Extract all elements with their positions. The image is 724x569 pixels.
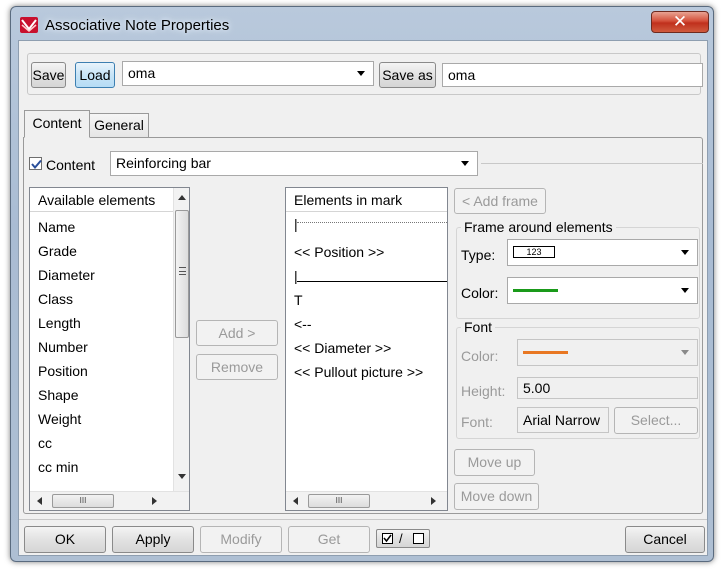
list-item[interactable]: Shape	[38, 387, 78, 403]
scroll-right-icon[interactable]	[152, 497, 157, 505]
modify-button[interactable]: Modify	[200, 526, 282, 553]
toggle-slash: /	[399, 531, 403, 546]
close-button[interactable]: ✕	[651, 11, 709, 33]
list-item[interactable]: << Pullout picture >>	[294, 364, 423, 380]
grip-icon: III	[79, 496, 87, 505]
font-color-swatch	[523, 351, 568, 354]
close-icon: ✕	[672, 12, 688, 31]
frame-type-preview: 123	[513, 246, 555, 258]
list-item[interactable]: Grade	[38, 243, 77, 259]
apply-button[interactable]: Apply	[112, 526, 194, 553]
scroll-right-icon[interactable]	[431, 497, 436, 505]
elements-in-mark-header: Elements in mark	[286, 188, 447, 212]
frame-type-combo[interactable]: 123	[507, 239, 698, 266]
save-as-button[interactable]: Save as	[379, 62, 436, 88]
list-item[interactable]: Length	[38, 315, 81, 331]
available-horizontal-scrollbar[interactable]: III	[30, 491, 189, 510]
scroll-left-icon[interactable]	[37, 497, 42, 505]
frame-color-label: Color:	[461, 285, 499, 301]
unchecked-box-icon	[413, 533, 424, 544]
available-elements-list[interactable]: Available elements Name Grade Diameter Clas…	[29, 187, 190, 511]
bottom-separator	[19, 519, 707, 520]
list-item[interactable]: << Position >>	[294, 244, 384, 260]
chevron-down-icon	[357, 70, 365, 76]
list-item[interactable]: Class	[38, 291, 73, 307]
font-select-button[interactable]: Select...	[614, 407, 698, 434]
add-frame-button[interactable]: < Add frame	[454, 188, 546, 214]
content-checkbox-label: Content	[46, 157, 96, 173]
cancel-button[interactable]: Cancel	[625, 526, 705, 553]
remove-button[interactable]: Remove	[196, 354, 278, 380]
check-toggle-button[interactable]: /	[376, 529, 430, 548]
available-elements-header: Available elements	[30, 188, 174, 212]
ok-button[interactable]: OK	[24, 526, 106, 553]
window-title: Associative Note Properties	[45, 17, 230, 34]
solid-line-separator	[297, 281, 447, 282]
dialog-window: Associative Note Properties ✕ Save Load …	[10, 6, 714, 562]
list-item[interactable]: Diameter	[38, 267, 95, 283]
save-button[interactable]: Save	[31, 62, 66, 88]
font-name-label: Font:	[461, 414, 493, 430]
save-as-field[interactable]: oma	[442, 63, 703, 87]
grip-icon: III	[335, 496, 343, 505]
list-item[interactable]: Position	[38, 363, 88, 379]
title-bar[interactable]: Associative Note Properties ✕	[11, 7, 713, 43]
scroll-left-icon[interactable]	[293, 497, 298, 505]
mark-horizontal-scrollbar[interactable]: III	[286, 491, 447, 510]
frame-type-preview-text: 123	[526, 247, 542, 257]
content-checkbox[interactable]	[29, 157, 42, 170]
move-down-button[interactable]: Move down	[454, 483, 539, 510]
add-button[interactable]: Add >	[196, 320, 278, 346]
list-item[interactable]: |	[294, 216, 298, 232]
elements-in-mark-list[interactable]: Elements in mark | << Position >> | T <-- << …	[285, 187, 448, 511]
font-color-combo[interactable]	[517, 339, 698, 366]
move-up-button[interactable]: Move up	[454, 449, 535, 476]
app-icon	[20, 17, 38, 33]
tab-general[interactable]: General	[89, 113, 149, 137]
scroll-up-icon[interactable]	[178, 195, 186, 200]
dialog-client-area: Save Load oma Save as oma General Conten…	[18, 40, 708, 556]
list-item[interactable]: <--	[294, 316, 312, 332]
list-item[interactable]: cc min	[38, 459, 78, 475]
font-name-field[interactable]: Arial Narrow	[517, 407, 609, 433]
font-group-label: Font	[461, 319, 496, 335]
font-height-field[interactable]: 5.00	[517, 377, 698, 399]
chevron-down-icon	[681, 287, 689, 293]
list-item[interactable]: cc	[38, 435, 52, 451]
available-horizontal-thumb[interactable]: III	[52, 494, 114, 508]
list-item[interactable]: Number	[38, 339, 88, 355]
mark-horizontal-thumb[interactable]: III	[308, 494, 370, 508]
scroll-down-icon[interactable]	[178, 474, 186, 479]
chevron-down-icon	[461, 160, 469, 166]
content-type-value: Reinforcing bar	[116, 155, 211, 171]
available-vertical-scrollbar[interactable]	[173, 188, 189, 492]
chevron-down-icon	[681, 249, 689, 255]
frame-color-combo[interactable]	[507, 277, 698, 304]
chevron-down-icon	[681, 349, 689, 355]
load-file-combo[interactable]: oma	[122, 61, 374, 86]
list-item[interactable]: Name	[38, 219, 75, 235]
font-color-label: Color:	[461, 348, 499, 364]
list-item[interactable]: << Diameter >>	[294, 340, 391, 356]
grip-icon	[179, 267, 186, 275]
load-button[interactable]: Load	[75, 62, 115, 88]
tab-content[interactable]: Content	[24, 110, 90, 138]
load-file-value: oma	[128, 65, 156, 81]
frame-type-label: Type:	[461, 247, 496, 263]
frame-color-swatch	[513, 289, 558, 292]
list-item[interactable]: Weight	[38, 411, 81, 427]
dotted-line-separator	[297, 222, 447, 223]
frame-group-label: Frame around elements	[461, 219, 616, 235]
font-height-label: Height:	[461, 383, 506, 399]
content-type-combo[interactable]: Reinforcing bar	[110, 151, 478, 176]
list-item[interactable]: T	[294, 292, 303, 308]
list-item[interactable]: |	[294, 268, 298, 284]
get-button[interactable]: Get	[288, 526, 370, 553]
checked-box-icon	[382, 533, 393, 544]
divider-line	[481, 163, 703, 164]
available-vertical-thumb[interactable]	[175, 210, 189, 338]
checkmark-icon	[31, 159, 42, 170]
